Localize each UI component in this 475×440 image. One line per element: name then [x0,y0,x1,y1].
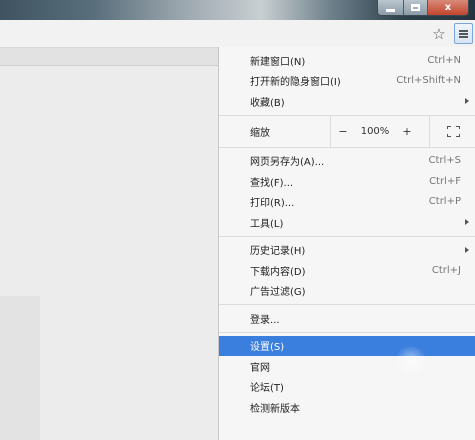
menu-item-label: 官网 [250,362,270,374]
minimize-icon [386,9,395,12]
minimize-button[interactable] [378,0,404,15]
fullscreen-button[interactable] [429,115,475,148]
menu-item-label: 打开新的隐身窗口(I) [250,77,341,89]
menu-button[interactable] [454,23,473,44]
chevron-right-icon [465,98,469,104]
menu-item-label: 广告过滤(G) [250,287,306,299]
page-side-panel [0,296,40,440]
menu-item-group2-3[interactable]: 工具(L) [219,212,475,233]
menu-item-group3-1[interactable]: 下载内容(D) Ctrl+J [219,260,475,281]
menu-item-label: 打印(R)... [250,198,295,210]
menu-item-group3-2[interactable]: 广告过滤(G) [219,281,475,302]
window-controls: x [377,0,469,16]
star-icon[interactable]: ☆ [430,25,448,43]
browser-toolbar: ☆ [0,20,475,48]
menu-item-label: 工具(L) [250,218,284,230]
menu-group-settings: 设置(S) 官网论坛(T) 检测新版本 [219,333,475,421]
zoom-row: 缩放 − 100% + [219,115,475,148]
close-button[interactable]: x [428,0,468,15]
menu-item-group2-0[interactable]: 网页另存为(A)... Ctrl+S [219,151,475,172]
fullscreen-icon [446,126,460,137]
menu-item-label: 设置(S) [250,342,285,354]
menu-group-page: 网页另存为(A)... Ctrl+S 查找(F)... Ctrl+F 打印(R)... C… [219,148,475,237]
hamburger-icon [459,29,468,38]
menu-group-window: 新建窗口(N) Ctrl+N 打开新的隐身窗口(I) Ctrl+Shift+N 收藏(B… [219,47,475,116]
menu-item-shortcut: Ctrl+F [429,175,461,187]
menu-item-group5-1[interactable]: 官网 [219,356,475,377]
menu-item-label: 下载内容(D) [250,266,306,278]
menu-item-group2-1[interactable]: 查找(F)... Ctrl+F [219,171,475,192]
menu-item-label: 论坛(T) [250,383,284,395]
menu-group-account: 登录... [219,305,475,333]
maximize-icon [411,4,420,11]
chevron-right-icon [465,219,469,225]
menu-item-label: 登录... [250,314,280,326]
menu-item-label: 网页另存为(A)... [250,157,325,169]
menu-item-label: 收藏(B) [250,97,285,109]
menu-item-shortcut: Ctrl+S [428,155,461,167]
menu-item-label: 查找(F)... [250,177,294,189]
menu-item-group1-0[interactable]: 新建窗口(N) Ctrl+N [219,50,475,71]
menu-item-group5-0[interactable]: 设置(S) [219,335,475,376]
menu-item-group3-0[interactable]: 历史记录(H) [219,240,475,261]
menu-item-shortcut: Ctrl+J [431,264,461,276]
menu-group-history: 历史记录(H) 下载内容(D) Ctrl+J 广告过滤(G) [219,237,475,305]
maximize-button[interactable] [404,0,428,15]
menu-item-label: 新建窗口(N) [250,56,306,68]
menu-item-group2-2[interactable]: 打印(R)... Ctrl+P [219,192,475,213]
menu-item-group5-2[interactable]: 论坛(T) [219,377,475,398]
title-bar: x [0,0,475,20]
menu-item-label: 检测新版本 [250,403,300,415]
menu-item-group1-1[interactable]: 打开新的隐身窗口(I) Ctrl+Shift+N [219,71,475,92]
zoom-level: 100% [360,126,390,137]
menu-item-group5-3[interactable]: 检测新版本 [219,397,475,418]
menu-item-shortcut: Ctrl+N [427,54,461,66]
menu-item-label: 历史记录(H) [250,246,306,258]
zoom-label: 缩放 [250,127,270,139]
chevron-right-icon [465,246,469,253]
menu-item-group4-0[interactable]: 登录... [219,308,475,329]
zoom-in-button[interactable]: + [395,125,419,138]
menu-item-shortcut: Ctrl+P [428,196,461,208]
menu-item-group1-2[interactable]: 收藏(B) [219,91,475,112]
menu-item-shortcut: Ctrl+Shift+N [396,75,461,87]
zoom-controls: − 100% + [330,115,419,148]
browser-main-menu: 新建窗口(N) Ctrl+N 打开新的隐身窗口(I) Ctrl+Shift+N 收藏(B… [218,47,475,440]
page-header-strip [0,48,218,66]
zoom-out-button[interactable]: − [331,125,355,138]
close-icon: x [444,2,452,13]
